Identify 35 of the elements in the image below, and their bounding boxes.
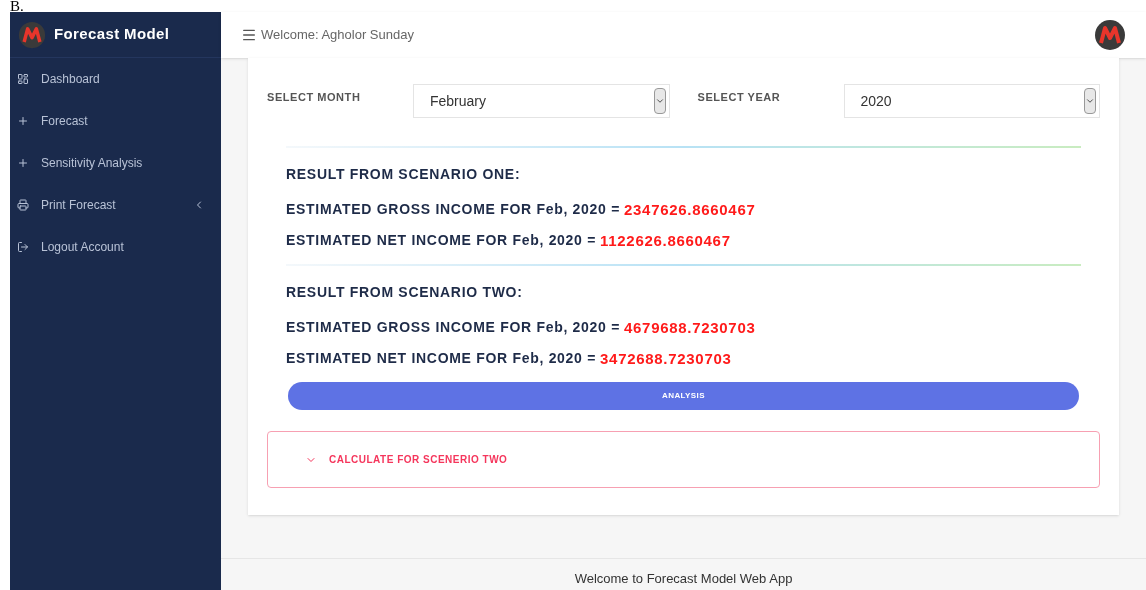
result-value: 4679688.7230703 (624, 318, 756, 338)
sidebar-item[interactable]: Dashboard (10, 58, 221, 100)
result-value: 3472688.7230703 (600, 348, 732, 369)
result-label: ESTIMATED NET INCOME FOR Feb, 2020 = (286, 230, 597, 250)
logo-icon (1094, 19, 1126, 51)
sidebar-item[interactable]: Print Forecast (10, 184, 221, 226)
sidebar-item[interactable]: Logout Account (10, 226, 221, 268)
select-field[interactable]: 2020 (843, 84, 1100, 118)
figure-caption: B. (10, 0, 24, 12)
menu-icon[interactable] (241, 27, 257, 43)
scenario-title: RESULT FROM SCENARIO ONE: (286, 165, 522, 184)
logout-icon (17, 241, 29, 253)
result-label: ESTIMATED GROSS INCOME FOR Feb, 2020 = (286, 318, 620, 337)
analysis-button[interactable]: ANALYSIS (288, 382, 1079, 410)
result-label: ESTIMATED NET INCOME FOR Feb, 2020 = (286, 348, 597, 368)
dropdown-icon (1084, 88, 1096, 114)
result-value: 2347626.8660467 (624, 200, 756, 220)
result-label: ESTIMATED GROSS INCOME FOR Feb, 2020 = (286, 200, 620, 219)
dropdown-icon (653, 88, 666, 114)
plus-icon (17, 157, 29, 169)
filter-label: SELECT YEAR (697, 90, 782, 105)
filter-label: SELECT MONTH (267, 90, 362, 105)
scenario-title: RESULT FROM SCENARIO TWO: (286, 283, 524, 302)
sidebar-item[interactable]: Sensitivity Analysis (10, 142, 221, 184)
plus-icon (17, 115, 29, 127)
accordion-header[interactable]: CALCULATE FOR SCENERIO TWO (267, 431, 1100, 488)
welcome-text: Welcome: Agholor Sunday (261, 26, 415, 45)
brand-title: Forecast Model (54, 24, 170, 45)
logo-icon (18, 20, 46, 49)
dashboard-icon (17, 73, 29, 85)
select-field[interactable]: February (413, 84, 670, 118)
result-value: 1122626.8660467 (600, 230, 731, 251)
footer-text: Welcome to Forecast Model Web App (574, 569, 793, 588)
printer-icon (17, 199, 29, 211)
sidebar-item[interactable]: Forecast (10, 100, 221, 142)
